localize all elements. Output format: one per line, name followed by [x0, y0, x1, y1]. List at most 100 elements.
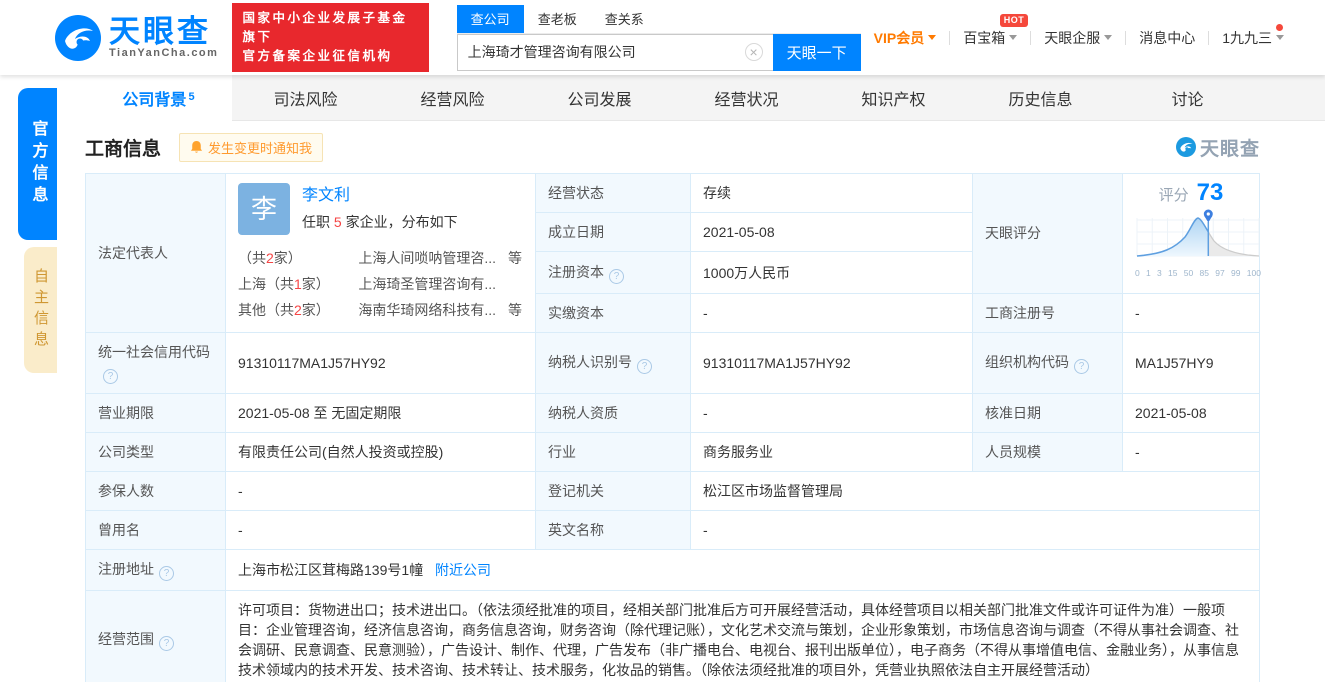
tab-label: 讨论 [1171, 91, 1204, 109]
nav-message-center[interactable]: 消息中心 [1126, 28, 1208, 48]
search-tab-company[interactable]: 查公司 [456, 4, 524, 33]
scope-value: 许可项目：货物进出口；技术进出口。（依法须经批准的项目，经相关部门批准后方可开展… [225, 590, 1260, 682]
help-icon[interactable] [1074, 359, 1089, 374]
address-label: 注册地址 [85, 549, 226, 591]
notification-dot [1276, 23, 1283, 31]
score-distribution-chart [1136, 209, 1260, 258]
table-row: 参保人数 - 登记机关 松江区市场监督管理局 [85, 471, 1260, 511]
region-text: 其他（共2家） [238, 297, 330, 323]
tab-label: 历史信息 [1008, 91, 1073, 109]
axis-tick: 99 [1231, 268, 1241, 279]
reg-no-label: 工商注册号 [972, 292, 1123, 334]
tab-company-development[interactable]: 公司发展 [526, 75, 673, 120]
nav-user-menu[interactable]: 1九九三 [1209, 23, 1297, 48]
search-tab-boss[interactable]: 查老板 [524, 5, 591, 33]
tab-discussion[interactable]: 讨论 [1114, 75, 1261, 120]
tianyancha-watermark-icon [1175, 137, 1196, 157]
table-row: 法定代表人 李 李文利 任职 5 家企业，分布如下 （共2家） 上海人间唢呐管理… [85, 172, 1261, 333]
tenure-count: 5 [333, 214, 342, 230]
former-name-value: - [225, 510, 536, 550]
tab-operation-status[interactable]: 经营状况 [673, 75, 820, 120]
address-value: 上海市松江区茸梅路139号1幢 附近公司 [225, 549, 1260, 591]
search-tab-relation[interactable]: 查关系 [591, 5, 658, 33]
header-nav: VIP会员 HOT 百宝箱 天眼企服 消息中心 1九九三 [861, 13, 1325, 48]
address-text: 上海市松江区茸梅路139号1幢 [238, 562, 424, 578]
tab-intellectual-property[interactable]: 知识产权 [820, 75, 967, 120]
tab-label: 经营状况 [714, 91, 779, 109]
nav-treasure-box[interactable]: HOT 百宝箱 [950, 13, 1030, 48]
org-code-value: MA1J57HY9 [1122, 332, 1260, 394]
tab-label: 公司背景 [122, 91, 187, 109]
paid-capital-value: - [690, 292, 973, 334]
etc-text: 等 [508, 250, 522, 266]
tab-judicial-risk[interactable]: 司法风险 [232, 75, 379, 120]
region-post: 家） [301, 302, 330, 318]
logo-text: 天眼查 TianYanCha.com [109, 16, 218, 59]
taxpayer-quality-value: - [690, 393, 973, 433]
chevron-down-icon [1104, 35, 1113, 40]
org-code-label: 组织机构代码 [972, 332, 1123, 394]
table-row: 公司类型 有限责任公司(自然人投资或控股) 行业 商务服务业 人员规模 - [85, 432, 1260, 472]
credit-code-label: 统一社会信用代码 [85, 332, 226, 394]
company-type-value: 有限责任公司(自然人投资或控股) [225, 432, 536, 472]
distribution-row: （共2家） 上海人间唢呐管理咨... 等 [238, 245, 523, 271]
approval-date-value: 2021-05-08 [1122, 393, 1260, 433]
registry-label: 登记机关 [535, 471, 691, 511]
chevron-down-icon [1009, 35, 1018, 40]
sidetab-self-info[interactable]: 自主信息 [24, 247, 57, 373]
score-marker-pin [1203, 209, 1213, 223]
score-word: 评分 [1158, 187, 1189, 205]
sidetab-official-info[interactable]: 官方信息 [18, 88, 57, 240]
help-icon[interactable] [103, 369, 118, 384]
help-icon[interactable] [159, 636, 174, 651]
reg-capital-value: 1000万人民币 [690, 251, 973, 294]
region-pre: 其他（共 [238, 302, 294, 318]
search-input[interactable] [457, 44, 745, 60]
established-value: 2021-05-08 [690, 212, 973, 253]
company-name: 海南华琦网络科技有... [358, 302, 496, 318]
status-value: 存续 [690, 172, 973, 214]
nearby-companies-link[interactable]: 附近公司 [435, 562, 491, 578]
label-text: 注册地址 [98, 561, 154, 577]
region-pre: （共 [238, 250, 266, 266]
help-icon[interactable] [159, 566, 174, 581]
search-box [456, 33, 773, 71]
axis-tick: 1 [1146, 268, 1151, 279]
distribution-row: 上海（共1家） 上海琦圣管理咨询有... [238, 271, 523, 297]
score-axis-ticks: 0 1 3 15 50 85 97 99 100 [1135, 263, 1261, 283]
help-icon[interactable] [637, 359, 652, 374]
tab-history-info[interactable]: 历史信息 [967, 75, 1114, 120]
tab-label: 经营风险 [420, 91, 485, 109]
taxpayer-quality-label: 纳税人资质 [535, 393, 691, 433]
nav-enterprise-service[interactable]: 天眼企服 [1031, 28, 1125, 48]
established-label: 成立日期 [535, 212, 691, 253]
watermark-text: 天眼查 [1199, 138, 1260, 160]
region-text: （共2家） [238, 245, 302, 271]
region-count: 2 [294, 302, 302, 318]
status-label: 经营状态 [535, 172, 691, 214]
search-button[interactable]: 天眼一下 [772, 33, 861, 71]
notify-on-change-button[interactable]: 发生变更时通知我 [179, 132, 324, 162]
taxpayer-id-label: 纳税人识别号 [535, 332, 691, 394]
nav-vip-member[interactable]: VIP会员 [861, 28, 950, 48]
table-row: 注册地址 上海市松江区茸梅路139号1幢 附近公司 [85, 549, 1260, 591]
label-text: 纳税人识别号 [548, 354, 632, 370]
notify-label: 发生变更时通知我 [208, 140, 313, 156]
help-icon[interactable] [609, 268, 624, 284]
clear-search-icon[interactable] [744, 43, 763, 61]
industry-label: 行业 [535, 432, 691, 472]
axis-tick: 97 [1215, 268, 1225, 279]
legal-rep-avatar[interactable]: 李 [238, 183, 290, 235]
industry-value: 商务服务业 [690, 432, 973, 472]
region-post: 家） [273, 250, 302, 266]
table-row: 统一社会信用代码 91310117MA1J57HY92 纳税人识别号 91310… [85, 332, 1260, 394]
axis-tick: 0 [1135, 268, 1140, 279]
tab-label: 公司发展 [567, 91, 632, 109]
tianyancha-logo[interactable]: 天眼查 TianYanCha.com [55, 14, 218, 61]
term-label: 营业期限 [85, 393, 226, 433]
section-title: 工商信息 [85, 138, 162, 160]
legal-rep-name-link[interactable]: 李文利 [302, 187, 350, 204]
tab-company-background[interactable]: 公司背景 5 [85, 75, 232, 121]
tab-operation-risk[interactable]: 经营风险 [379, 75, 526, 120]
axis-tick: 50 [1183, 268, 1194, 279]
